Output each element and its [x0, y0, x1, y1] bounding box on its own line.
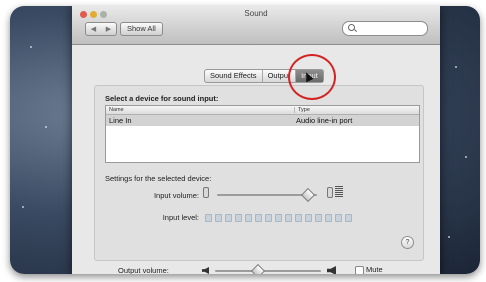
background-star — [455, 66, 457, 68]
mute-checkbox[interactable] — [355, 266, 364, 274]
device-type: Audio line-in port — [296, 116, 353, 125]
volume-bars-icon — [335, 186, 343, 197]
level-segment — [305, 214, 312, 222]
select-device-label: Select a device for sound input: — [105, 94, 219, 103]
speaker-high-icon — [327, 266, 336, 274]
search-icon — [348, 24, 355, 31]
level-segment — [235, 214, 242, 222]
level-segment — [345, 214, 352, 222]
window-title: Sound — [244, 9, 268, 18]
level-segment — [245, 214, 252, 222]
input-volume-knob[interactable] — [300, 187, 316, 203]
speaker-low-icon — [202, 267, 209, 274]
search-field[interactable] — [342, 21, 428, 36]
column-header-name[interactable]: Name — [109, 107, 124, 113]
column-header-type[interactable]: Type — [294, 107, 310, 113]
input-level-meter — [205, 214, 352, 222]
microphone-high-icon — [327, 187, 333, 198]
forward-arrow-icon[interactable]: ▶ — [106, 25, 111, 33]
background-star — [30, 46, 32, 48]
output-volume-label: Output volume: — [118, 266, 169, 274]
table-header: Name Type — [106, 106, 419, 115]
level-segment — [265, 214, 272, 222]
output-volume-track[interactable] — [215, 270, 321, 272]
help-button[interactable]: ? — [401, 236, 414, 249]
background-star — [465, 156, 467, 158]
tab-sound-effects[interactable]: Sound Effects — [205, 70, 263, 82]
input-volume-label: Input volume: — [153, 191, 199, 200]
level-segment — [225, 214, 232, 222]
screenshot-frame: Sound ◀ ▶ Show All Sound Effects Output … — [10, 6, 480, 274]
level-segment — [335, 214, 342, 222]
level-segment — [255, 214, 262, 222]
level-segment — [325, 214, 332, 222]
background-star — [22, 206, 24, 208]
output-volume-knob[interactable] — [251, 263, 266, 274]
sound-preferences-window: Sound ◀ ▶ Show All Sound Effects Output … — [72, 6, 440, 274]
background-star — [45, 126, 47, 128]
input-level-label: Input level: — [162, 213, 199, 222]
input-device-table[interactable]: Name Type Line In Audio line-in port — [105, 105, 420, 163]
device-name: Line In — [109, 116, 132, 125]
level-segment — [275, 214, 282, 222]
level-segment — [285, 214, 292, 222]
settings-label: Settings for the selected device: — [105, 174, 212, 183]
back-forward-control[interactable]: ◀ ▶ — [85, 22, 117, 36]
level-segment — [215, 214, 222, 222]
title-bar: Sound ◀ ▶ Show All — [72, 6, 440, 45]
mute-label: Mute — [366, 265, 383, 274]
level-segment — [205, 214, 212, 222]
table-row[interactable]: Line In Audio line-in port — [106, 115, 419, 126]
show-all-button[interactable]: Show All — [120, 22, 163, 36]
background-star — [448, 236, 450, 238]
level-segment — [295, 214, 302, 222]
microphone-low-icon — [203, 187, 209, 198]
back-arrow-icon[interactable]: ◀ — [91, 25, 96, 33]
level-segment — [315, 214, 322, 222]
input-panel: Select a device for sound input: Name Ty… — [94, 85, 424, 261]
